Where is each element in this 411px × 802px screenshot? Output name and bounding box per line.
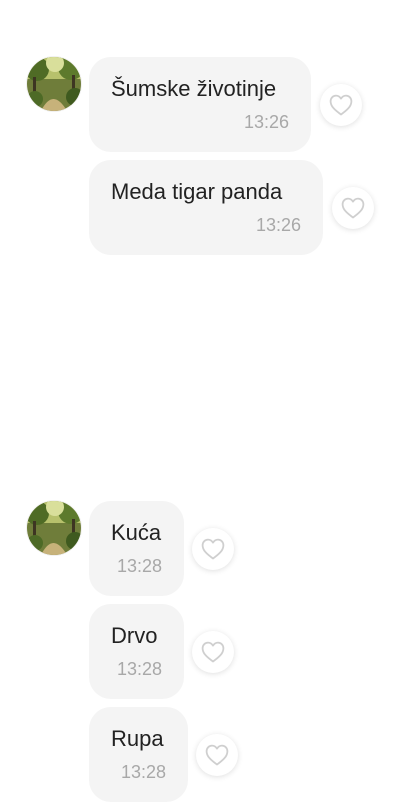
message-text: Rupa [111,726,164,751]
like-button[interactable] [332,187,374,229]
message-bubble[interactable]: Meda tigar panda 13:26 [89,160,323,255]
message-text: Šumske životinje [111,76,277,101]
like-button[interactable] [192,631,234,673]
heart-icon [201,641,225,663]
message-text: Drvo [111,623,158,648]
message-text: Meda tigar panda [111,179,283,204]
sender-avatar[interactable] [27,501,81,555]
forest-avatar-image [27,501,81,555]
sender-avatar[interactable] [27,57,81,111]
message-text: Kuća [111,520,162,545]
message-time: 13:26 [255,215,301,235]
message-bubble[interactable]: Drvo 13:28 [89,604,184,699]
forest-avatar-image [27,57,81,111]
like-button[interactable] [320,84,362,126]
heart-icon [341,197,365,219]
message-bubble[interactable]: Šumske životinje 13:26 [89,57,311,152]
message-time: 13:26 [243,112,289,132]
message-time: 13:28 [116,659,162,679]
heart-icon [201,538,225,560]
like-button[interactable] [192,528,234,570]
heart-icon [205,744,229,766]
message-time: 13:28 [120,762,166,782]
message-time: 13:28 [116,556,162,576]
heart-icon [329,94,353,116]
message-bubble[interactable]: Kuća 13:28 [89,501,184,596]
message-bubble[interactable]: Rupa 13:28 [89,707,188,802]
like-button[interactable] [196,734,238,776]
